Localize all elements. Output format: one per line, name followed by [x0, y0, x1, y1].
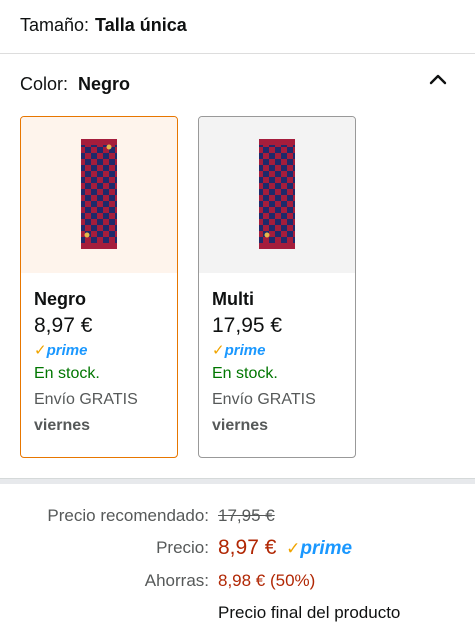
recommended-price-row: Precio recomendado: 17,95 € — [0, 502, 475, 530]
prime-word: prime — [46, 342, 88, 359]
neck-gaiter-image — [259, 139, 295, 249]
prime-check-icon: ✓ — [34, 342, 47, 359]
prime-word: prime — [224, 342, 266, 359]
swatch-negro[interactable]: Negro 8,97 € ✓ prime En stock. Envío GRAT… — [20, 116, 178, 458]
swatch-name: Multi — [212, 289, 254, 309]
color-value: Negro — [78, 74, 131, 94]
prime-word: prime — [300, 538, 353, 559]
recommended-price-label: Precio recomendado: — [47, 506, 209, 525]
prime-badge: ✓prime — [212, 341, 347, 361]
size-value: Talla única — [95, 15, 187, 35]
prime-badge: ✓prime — [34, 341, 169, 361]
price-row: Precio: 8,97 € ✓prime — [0, 534, 475, 562]
size-label: Tamaño: — [20, 15, 90, 35]
savings-value: 8,98 € (50%) — [218, 571, 316, 590]
delivery-day: viernes — [212, 417, 269, 434]
product-image — [199, 117, 355, 273]
price-label: Precio: — [156, 538, 209, 557]
product-image — [21, 117, 177, 273]
prime-check-icon: ✓ — [212, 342, 225, 359]
final-price-row: Precio final del producto — [0, 599, 475, 627]
chevron-up-icon[interactable] — [428, 70, 448, 90]
delivery-day: viernes — [34, 417, 91, 434]
stock-status: En stock. — [212, 365, 278, 382]
prime-check-icon: ✓ — [286, 539, 301, 558]
section-divider — [0, 478, 475, 484]
swatch-price: 17,95 € — [212, 314, 283, 337]
size-row: Tamaño: Talla única — [20, 13, 187, 37]
swatch-price: 8,97 € — [34, 314, 93, 337]
savings-label: Ahorras: — [144, 571, 209, 590]
price-value-group: 8,97 € ✓prime — [218, 534, 352, 563]
swatch-multi[interactable]: Multi 17,95 € ✓ prime En stock. Envío GRA… — [198, 116, 356, 458]
color-row: Color: Negro — [20, 72, 130, 96]
savings-row: Ahorras: 8,98 € (50%) — [0, 567, 475, 595]
shipping-text: Envío GRATIS — [212, 391, 316, 408]
shipping-text: Envío GRATIS — [34, 391, 138, 408]
prime-badge: ✓prime — [286, 535, 352, 563]
divider — [0, 53, 475, 54]
final-price-note: Precio final del producto — [218, 603, 401, 622]
neck-gaiter-image — [81, 139, 117, 249]
stock-status: En stock. — [34, 365, 100, 382]
swatch-name: Negro — [34, 289, 87, 309]
recommended-price-value: 17,95 € — [218, 506, 275, 525]
price-value: 8,97 € — [218, 536, 277, 559]
color-label: Color: — [20, 74, 69, 94]
